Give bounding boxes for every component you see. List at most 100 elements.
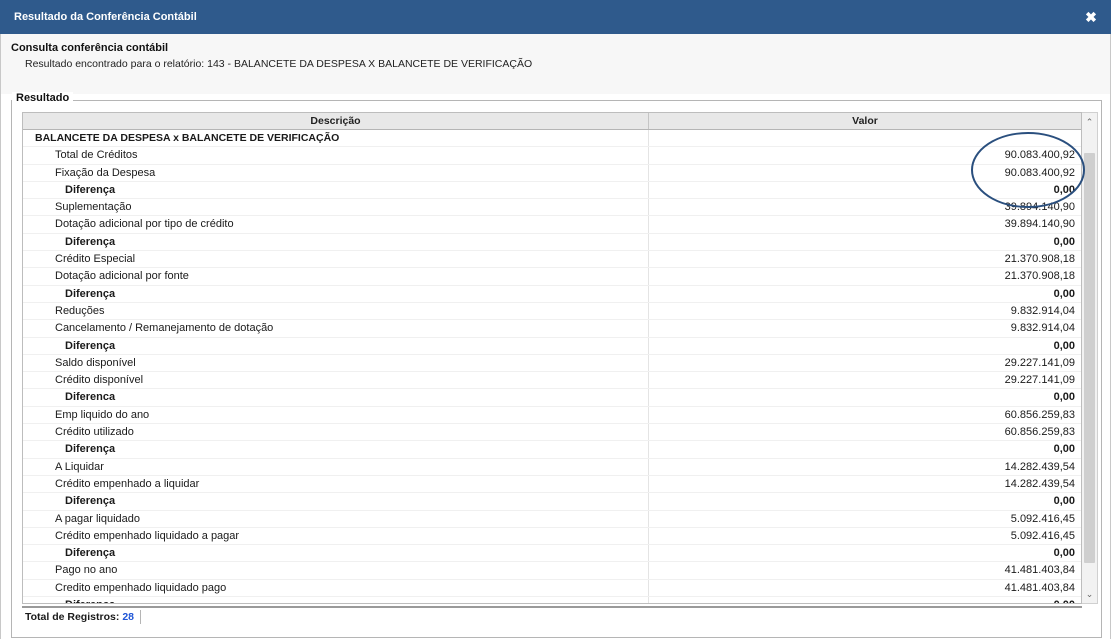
difference-row[interactable]: Diferença 0,00 bbox=[23, 285, 1081, 303]
description-cell: Diferença bbox=[23, 233, 649, 251]
result-fieldset: Resultado Descrição Valor BALANCETE DA D… bbox=[11, 92, 1102, 638]
scroll-up-icon[interactable]: ⌃ bbox=[1082, 115, 1097, 129]
description-cell: Crédito Especial bbox=[23, 251, 649, 268]
total-records-label: Total de Registros: bbox=[25, 611, 120, 623]
window-body: Consulta conferência contábil Resultado … bbox=[0, 34, 1111, 639]
group-row[interactable]: BALANCETE DA DESPESA x BALANCETE DE VERI… bbox=[23, 130, 1081, 148]
table-row[interactable]: A pagar liquidado 5.092.416,45 bbox=[23, 510, 1081, 528]
value-cell: 29.227.141,09 bbox=[1004, 356, 1075, 369]
description-cell: Diferença bbox=[23, 285, 649, 302]
table-row[interactable]: Crédito disponível 29.227.141,09 bbox=[23, 372, 1081, 390]
value-cell: 0,00 bbox=[1053, 339, 1075, 352]
description-cell: Diferenca bbox=[23, 389, 649, 406]
table-row[interactable]: Cancelamento / Remanejamento de dotação 9… bbox=[23, 320, 1081, 338]
value-cell: 0,00 bbox=[1053, 443, 1075, 456]
grid-body: BALANCETE DA DESPESA x BALANCETE DE VERI… bbox=[23, 130, 1081, 603]
description-cell: Reduções bbox=[23, 302, 649, 320]
description-cell: Dotação adicional por tipo de crédito bbox=[23, 216, 649, 233]
footer-divider bbox=[140, 610, 142, 624]
value-cell: 9.832.914,04 bbox=[1010, 322, 1075, 335]
table-row[interactable]: Pago no ano 41.481.403,84 bbox=[23, 562, 1081, 580]
value-cell: 39.894.140,90 bbox=[1004, 218, 1075, 231]
value-cell: 0,00 bbox=[1053, 287, 1075, 300]
description-cell: Dotação adicional por fonte bbox=[23, 268, 649, 285]
value-cell: 21.370.908,18 bbox=[1004, 270, 1075, 283]
scroll-thumb[interactable] bbox=[1084, 153, 1095, 563]
fieldset-legend: Resultado bbox=[12, 92, 74, 104]
value-cell: 14.282.439,54 bbox=[1004, 460, 1075, 473]
difference-row[interactable]: Diferença 0,00 bbox=[23, 441, 1081, 459]
difference-row[interactable]: Diferenca 0,00 bbox=[23, 389, 1081, 407]
table-row[interactable]: Crédito Especial 21.370.908,18 bbox=[23, 251, 1081, 269]
highlight-ellipse bbox=[971, 132, 1085, 208]
difference-row[interactable]: Diferença 0,00 bbox=[23, 337, 1081, 355]
table-row[interactable]: Dotação adicional por fonte 21.370.908,18 bbox=[23, 268, 1081, 286]
window-titlebar: Resultado da Conferência Contábil ✖ bbox=[0, 0, 1111, 34]
result-grid: Descrição Valor BALANCETE DA DESPESA x B… bbox=[22, 112, 1082, 604]
table-row[interactable]: Crédito empenhado a liquidar 14.282.439,5… bbox=[23, 475, 1081, 494]
difference-row[interactable]: Diferença 0,00 bbox=[23, 493, 1081, 511]
difference-row[interactable]: Diferença0,00 bbox=[23, 181, 1081, 200]
description-cell: Saldo disponível bbox=[23, 354, 649, 372]
description-cell: Credito empenhado liquidado pago bbox=[23, 579, 649, 597]
description-cell: Emp liquido do ano bbox=[23, 406, 649, 424]
value-cell: 41.481.403,84 bbox=[1004, 564, 1075, 577]
description-cell: Diferença bbox=[23, 493, 649, 510]
description-cell: Crédito utilizado bbox=[23, 424, 649, 441]
description-cell: Crédito disponível bbox=[23, 372, 649, 389]
description-cell: Crédito empenhado a liquidar bbox=[23, 475, 649, 493]
difference-row[interactable]: Diferença0,00 bbox=[23, 597, 1081, 603]
window-title: Resultado da Conferência Contábil bbox=[14, 11, 197, 23]
description-cell: Total de Créditos bbox=[23, 147, 649, 164]
grid-footer: Total de Registros: 28 bbox=[22, 606, 1082, 626]
description-cell: Fixação da Despesa bbox=[23, 164, 649, 181]
table-row[interactable]: Crédito empenhado liquidado a pagar 5.092… bbox=[23, 527, 1081, 546]
value-cell: 60.856.259,83 bbox=[1004, 408, 1075, 421]
description-cell: Suplementação bbox=[23, 199, 649, 216]
value-cell: 5.092.416,45 bbox=[1010, 512, 1075, 525]
value-cell: 0,00 bbox=[1053, 391, 1075, 404]
grid-header: Descrição Valor bbox=[23, 113, 1081, 130]
table-row[interactable]: Fixação da Despesa 90.083.400,92 bbox=[23, 164, 1081, 182]
value-cell: 0,00 bbox=[1053, 235, 1075, 248]
description-cell: BALANCETE DA DESPESA x BALANCETE DE VERI… bbox=[23, 130, 649, 147]
header-section: Consulta conferência contábil Resultado … bbox=[1, 34, 1110, 94]
value-cell: 21.370.908,18 bbox=[1004, 253, 1075, 266]
table-row[interactable]: Emp liquido do ano 60.856.259,83 bbox=[23, 406, 1081, 425]
result-subtitle: Resultado encontrado para o relatório: 1… bbox=[25, 58, 533, 70]
value-cell: 0,00 bbox=[1053, 495, 1075, 508]
table-row[interactable]: Saldo disponível 29.227.141,09 bbox=[23, 354, 1081, 373]
total-records-count: 28 bbox=[122, 611, 135, 623]
table-row[interactable]: Credito empenhado liquidado pago 41.481.4… bbox=[23, 579, 1081, 598]
value-cell: 14.282.439,54 bbox=[1004, 477, 1075, 490]
value-cell: 60.856.259,83 bbox=[1004, 426, 1075, 439]
scroll-down-icon[interactable]: ⌄ bbox=[1082, 587, 1097, 601]
description-cell: Pago no ano bbox=[23, 562, 649, 579]
description-cell: Diferença bbox=[23, 441, 649, 458]
description-cell: Diferença bbox=[23, 597, 649, 603]
value-cell: 29.227.141,09 bbox=[1004, 374, 1075, 387]
table-row[interactable]: Dotação adicional por tipo de crédito 39.… bbox=[23, 216, 1081, 234]
table-row[interactable]: Total de Créditos 90.083.400,92 bbox=[23, 147, 1081, 165]
value-cell: 41.481.403,84 bbox=[1004, 581, 1075, 594]
table-row[interactable]: Crédito utilizado 60.856.259,83 bbox=[23, 424, 1081, 442]
close-icon[interactable]: ✖ bbox=[1083, 9, 1099, 26]
difference-row[interactable]: Diferença 0,00 bbox=[23, 233, 1081, 252]
description-cell: Diferença bbox=[23, 337, 649, 354]
description-cell: Crédito empenhado liquidado a pagar bbox=[23, 527, 649, 545]
description-cell: A pagar liquidado bbox=[23, 510, 649, 527]
column-header-descricao[interactable]: Descrição bbox=[23, 113, 649, 129]
value-cell: 9.832.914,04 bbox=[1010, 304, 1075, 317]
column-header-valor[interactable]: Valor bbox=[649, 113, 1081, 129]
table-row[interactable]: Reduções 9.832.914,04 bbox=[23, 302, 1081, 321]
description-cell: Cancelamento / Remanejamento de dotação bbox=[23, 320, 649, 337]
description-cell: Diferença bbox=[23, 181, 649, 199]
description-cell: A Liquidar bbox=[23, 458, 649, 475]
table-row[interactable]: Suplementação 39.894.140,90 bbox=[23, 199, 1081, 217]
value-cell: 0,00 bbox=[649, 597, 1081, 603]
value-cell: 0,00 bbox=[1053, 547, 1075, 560]
difference-row[interactable]: Diferença0,00 bbox=[23, 545, 1081, 563]
table-row[interactable]: A Liquidar 14.282.439,54 bbox=[23, 458, 1081, 476]
page-title: Consulta conferência contábil bbox=[11, 42, 169, 54]
value-cell: 5.092.416,45 bbox=[1010, 529, 1075, 542]
